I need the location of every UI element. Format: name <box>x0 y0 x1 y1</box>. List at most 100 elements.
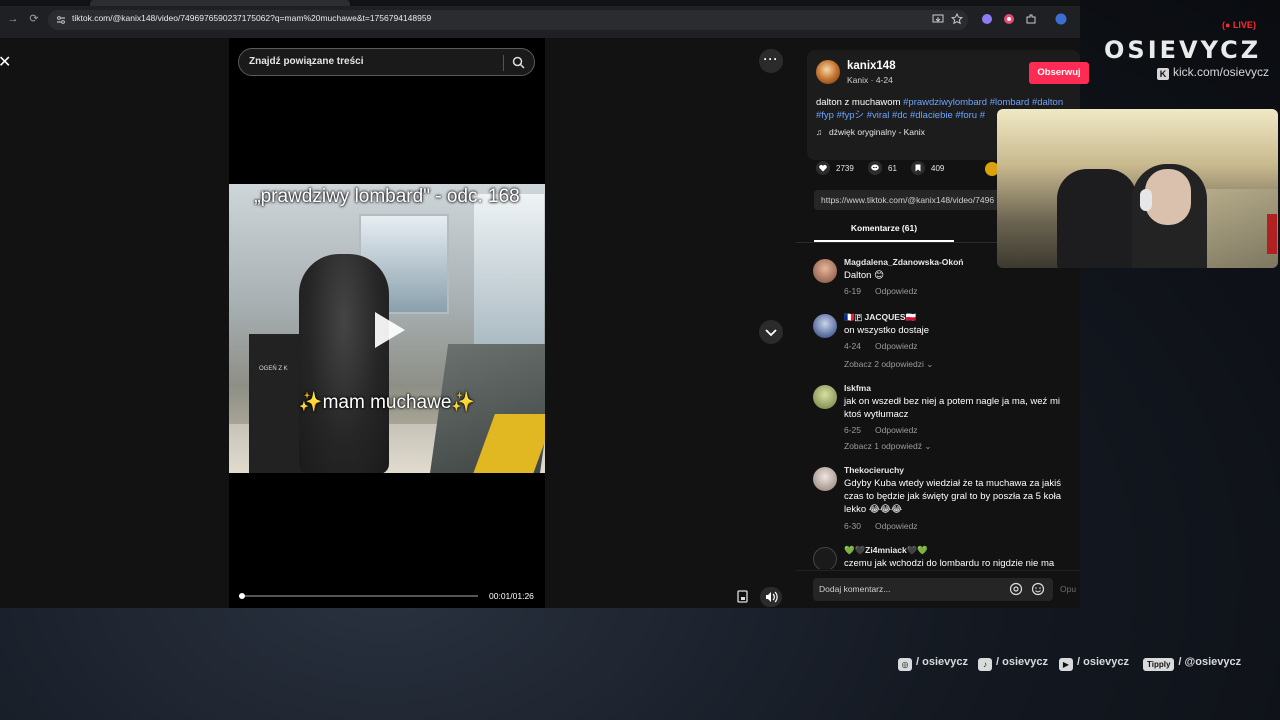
chevron-down-icon <box>765 329 777 337</box>
chair <box>1057 169 1137 268</box>
comment-item: 💚🖤Zi4mniack🖤💚 czemu jak wchodzi do lomba… <box>813 545 1073 569</box>
next-video-button[interactable] <box>759 320 783 344</box>
volume-button[interactable] <box>760 587 782 607</box>
more-options-button[interactable]: ··· <box>759 49 783 73</box>
profile-icon[interactable] <box>1055 13 1067 25</box>
youtube-link: ▶ / osievycz <box>1059 656 1129 671</box>
comment-date: 6-25 <box>844 425 862 435</box>
comment-avatar[interactable] <box>813 547 837 569</box>
video-player: Znajdź powiązane treści OGEŃ Z K „prawdz… <box>229 38 545 608</box>
video-overlay-caption: ✨mam muchawe✨ <box>298 392 476 413</box>
author-subtitle: Kanix · 4-24 <box>847 75 893 85</box>
follow-button[interactable]: Obserwuj <box>1029 62 1089 84</box>
comment-placeholder: Dodaj komentarz... <box>819 584 891 594</box>
kick-url: kick.com/osievycz <box>1173 65 1270 79</box>
reply-button[interactable]: Odpowiedz <box>875 521 918 531</box>
comment-text: Gdyby Kuba wtedy wiedział że ta muchawa … <box>844 478 1062 515</box>
reply-button[interactable]: Odpowiedz <box>875 341 918 351</box>
comment-text: czemu jak wchodzi do lombardu ro nigdzie… <box>844 558 1055 569</box>
add-comment-bar: Dodaj komentarz... Opu <box>796 570 1080 608</box>
tiktok-page: ✕ Znajdź powiązane treści OGEŃ Z K „praw… <box>0 38 1089 608</box>
comment-avatar[interactable] <box>813 259 837 283</box>
comment-avatar[interactable] <box>813 467 837 491</box>
search-divider <box>503 55 504 71</box>
comment-meta: 6-30 Odpowiedz <box>844 521 918 531</box>
webcam-feed <box>997 109 1278 268</box>
tab-strip <box>0 0 1080 6</box>
comment-date: 6-19 <box>844 286 862 296</box>
play-icon[interactable] <box>371 310 407 350</box>
active-tab[interactable] <box>90 0 350 6</box>
reply-button[interactable]: Odpowiedz <box>875 286 918 296</box>
instagram-icon: ◎ <box>898 658 912 671</box>
like-count: 2739 <box>836 164 854 173</box>
music-note-icon: ♫ <box>816 127 823 137</box>
mention-icon[interactable] <box>1009 582 1023 596</box>
stream-frame: → ⟳ tiktok.com/@kanix148/video/749697659… <box>0 0 1280 720</box>
comment-username[interactable]: 💚🖤Zi4mniack🖤💚 <box>844 545 928 556</box>
tipply-handle: / @osievycz <box>1178 656 1242 668</box>
description-text: dalton z muchawom <box>816 97 904 108</box>
reload-icon[interactable]: ⟳ <box>27 12 41 26</box>
channel-logo: OSIEVYCZ <box>1104 36 1262 64</box>
tab-comments[interactable]: Komentarze (61) <box>814 223 954 241</box>
kick-link: Kkick.com/osievycz <box>1157 65 1269 80</box>
comment-icon <box>868 161 882 175</box>
bookmark-star-icon[interactable] <box>951 13 963 25</box>
url-text: tiktok.com/@kanix148/video/7496976590237… <box>72 13 432 23</box>
headphones <box>1140 189 1152 211</box>
bookmark-icon <box>911 161 925 175</box>
video-overlay-title: „prawdziwy lombard" - odc. 168 <box>254 186 520 207</box>
comment-meta: 6-19 Odpowiedz <box>844 286 918 296</box>
forward-icon[interactable]: → <box>6 12 20 26</box>
address-bar[interactable]: tiktok.com/@kanix148/video/7496976590237… <box>48 10 968 30</box>
person <box>299 254 389 473</box>
comment-username[interactable]: Thekocieruchy <box>844 465 904 475</box>
author-avatar[interactable] <box>816 60 840 84</box>
comment-input[interactable]: Dodaj komentarz... <box>813 578 1053 601</box>
extension-red-icon[interactable] <box>1003 13 1015 25</box>
kick-icon: K <box>1157 68 1169 80</box>
post-comment-button[interactable]: Opu <box>1060 584 1076 594</box>
tiktok-link: ♪ / osievycz <box>978 656 1048 671</box>
comment-username[interactable]: Magdalena_Zdanowska-Okoń <box>844 257 964 267</box>
video-link: https://www.tiktok.com/@kanix148/video/7… <box>821 195 995 205</box>
youtube-handle: / osievycz <box>1077 656 1129 668</box>
music-link[interactable]: ♫ dźwięk oryginalny - Kanix <box>816 127 925 137</box>
comment-text: on wszystko dostaje <box>844 325 930 336</box>
comment-username[interactable]: 🇨🇵🇵 JACQUES🇵🇱 <box>844 312 916 323</box>
emoji-icon[interactable] <box>1031 582 1045 596</box>
site-info-icon[interactable] <box>55 14 67 26</box>
comment-avatar[interactable] <box>813 385 837 409</box>
search-icon[interactable] <box>512 56 525 69</box>
progress-bar[interactable] <box>239 593 478 599</box>
comment-text: Dalton 😊 <box>844 270 885 281</box>
extension-purple-icon[interactable] <box>981 13 993 25</box>
comment-avatar[interactable] <box>813 314 837 338</box>
comment-meta: 4-24 Odpowiedz <box>844 341 918 351</box>
instagram-handle: / osievycz <box>916 656 968 668</box>
close-icon[interactable]: ✕ <box>0 52 11 72</box>
picture-in-picture-icon[interactable] <box>735 589 750 604</box>
progress-knob[interactable] <box>239 593 245 599</box>
live-badge: (● LIVE) <box>1222 20 1256 30</box>
author-name[interactable]: kanix148 <box>847 60 896 72</box>
bed <box>1197 189 1278 268</box>
related-search-input[interactable]: Znajdź powiązane treści <box>238 48 535 76</box>
view-replies-button[interactable]: Zobacz 2 odpowiedzi ⌄ <box>844 359 933 370</box>
tiktok-handle: / osievycz <box>996 656 1048 668</box>
save-count: 409 <box>931 164 945 173</box>
box-label: OGEŃ Z K <box>259 366 288 372</box>
reply-button[interactable]: Odpowiedz <box>875 425 918 435</box>
tipply-icon: Tipply <box>1143 658 1175 671</box>
comment-text: jak on wszedł bez niej a potem nagle ja … <box>844 396 1060 420</box>
heart-icon <box>816 161 830 175</box>
comment-meta: 6-25 Odpowiedz <box>844 425 918 435</box>
comment-username[interactable]: Iskfma <box>844 383 871 393</box>
video-frame[interactable]: OGEŃ Z K „prawdziwy lombard" - odc. 168 … <box>229 184 545 473</box>
view-replies-button[interactable]: Zobacz 1 odpowiedź ⌄ <box>844 441 931 452</box>
extensions-puzzle-icon[interactable] <box>1025 13 1037 25</box>
comment-count: 61 <box>888 164 897 173</box>
youtube-icon: ▶ <box>1059 658 1073 671</box>
install-app-icon[interactable] <box>932 13 944 25</box>
